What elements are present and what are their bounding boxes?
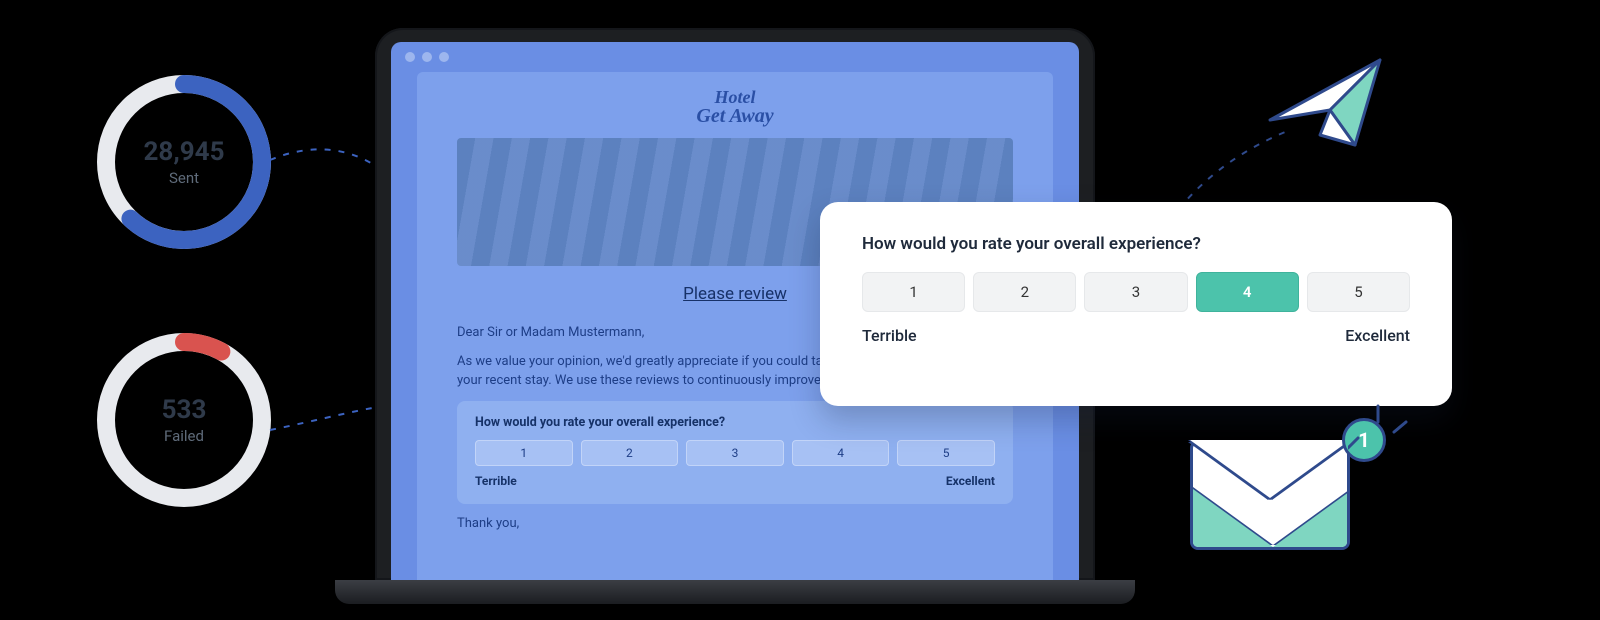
- rating-option-1[interactable]: 1: [475, 440, 573, 466]
- rating-option-2[interactable]: 2: [581, 440, 679, 466]
- rating-popup: How would you rate your overall experien…: [820, 202, 1452, 406]
- paper-plane-icon: [1260, 50, 1390, 170]
- question-small: How would you rate your overall experien…: [475, 415, 995, 430]
- rating-button-4[interactable]: 4: [1196, 272, 1299, 312]
- scale-low-small: Terrible: [475, 474, 517, 488]
- gauge-sent-caption: Sent: [169, 169, 199, 187]
- rating-option-4[interactable]: 4: [792, 440, 890, 466]
- gauge-failed-value: 533: [162, 395, 207, 425]
- scale-low-large: Terrible: [862, 326, 917, 345]
- rating-button-1[interactable]: 1: [862, 272, 965, 312]
- gauge-sent: 28,945 Sent: [94, 72, 274, 252]
- rating-button-2[interactable]: 2: [973, 272, 1076, 312]
- rating-option-3[interactable]: 3: [686, 440, 784, 466]
- envelope-icon: 1: [1190, 420, 1380, 560]
- scale-high-large: Excellent: [1345, 326, 1410, 345]
- brand-logo: Hotel Get Away: [457, 88, 1013, 126]
- gauge-failed: 533 Failed: [94, 330, 274, 510]
- rating-block-small: How would you rate your overall experien…: [457, 401, 1013, 504]
- window-controls: [405, 52, 449, 62]
- thanks: Thank you,: [457, 516, 1013, 531]
- question-large: How would you rate your overall experien…: [862, 234, 1410, 254]
- rating-button-5[interactable]: 5: [1307, 272, 1410, 312]
- gauge-sent-value: 28,945: [144, 137, 225, 167]
- rating-option-5[interactable]: 5: [897, 440, 995, 466]
- rating-button-3[interactable]: 3: [1084, 272, 1187, 312]
- scale-high-small: Excellent: [946, 474, 995, 488]
- gauge-failed-caption: Failed: [164, 427, 204, 445]
- laptop-base: [335, 580, 1135, 604]
